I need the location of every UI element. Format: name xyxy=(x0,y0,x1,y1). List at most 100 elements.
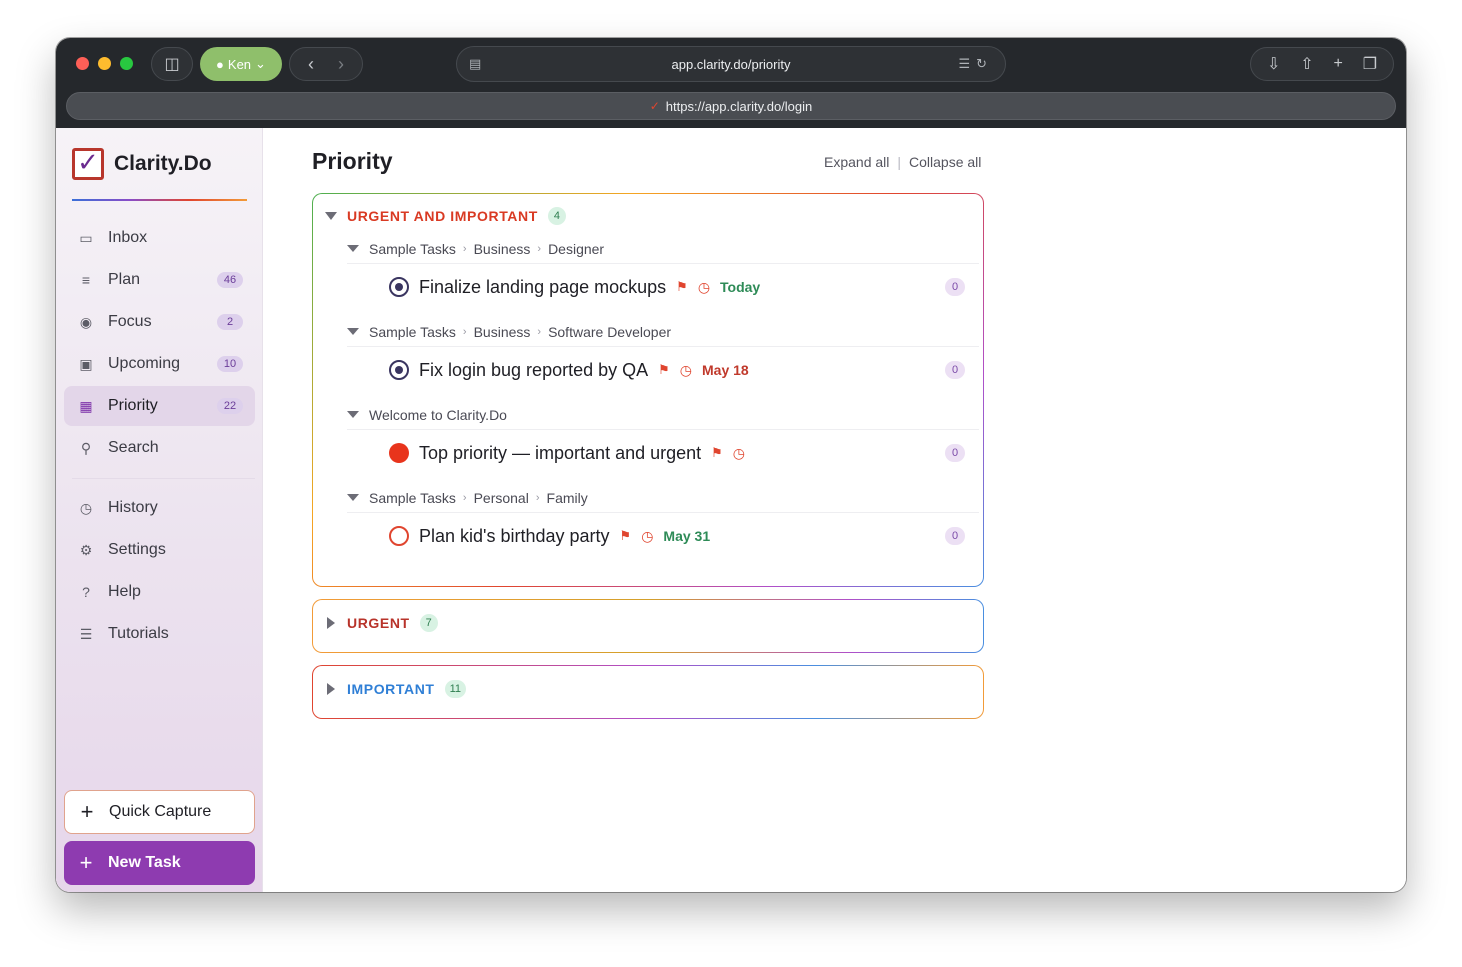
sidebar-toggle-button[interactable]: ◫ xyxy=(151,47,193,81)
tutorials-icon: ☰ xyxy=(79,625,93,642)
group-header[interactable]: URGENT 7 xyxy=(325,614,438,632)
brand[interactable]: ✓ Clarity.Do xyxy=(72,148,212,180)
task-title[interactable]: Finalize landing page mockups xyxy=(419,277,666,298)
task-checkbox[interactable] xyxy=(389,526,409,546)
task-row[interactable]: Top priority — important and urgent ⚑ ◷ 0 xyxy=(347,430,979,476)
caret-down-icon[interactable] xyxy=(347,245,359,252)
address-text: app.clarity.do/priority xyxy=(671,56,791,72)
expand-collapse-controls: Expand all | Collapse all xyxy=(824,154,981,170)
breadcrumb-segment[interactable]: Welcome to Clarity.Do xyxy=(369,407,507,423)
download-icon[interactable]: ⇩ xyxy=(1267,54,1280,74)
sidebar-item-history[interactable]: ◷ History xyxy=(64,488,255,528)
page-menu-icon[interactable]: ▤ xyxy=(469,56,481,72)
breadcrumb-segment[interactable]: Personal xyxy=(474,490,529,506)
checkbox-dot xyxy=(395,283,403,291)
logo-icon: ✓ xyxy=(72,148,104,180)
browser-titlebar: ◫ ● Ken ⌄ ‹ › ▤ app.clarity.do/priority … xyxy=(56,38,1406,128)
nav-divider xyxy=(72,478,255,479)
primary-nav: ▭ Inbox ≡ Plan 46 ◉ Focus 2 ▣ Upcoming 10 ▦ Priority… xyxy=(64,218,255,470)
calendar-icon: ▣ xyxy=(79,355,93,372)
caret-down-icon[interactable] xyxy=(325,212,337,220)
forward-icon[interactable]: › xyxy=(338,55,344,73)
breadcrumb-segment[interactable]: Business xyxy=(474,241,531,257)
page-title: Priority xyxy=(312,148,393,174)
breadcrumb-segment[interactable]: Sample Tasks xyxy=(369,241,456,257)
minimize-window-button[interactable] xyxy=(98,57,111,70)
new-task-button[interactable]: + New Task xyxy=(64,841,255,885)
task-checkbox[interactable] xyxy=(389,443,409,463)
breadcrumb-segment[interactable]: Business xyxy=(474,324,531,340)
sidebar-item-count: 10 xyxy=(217,356,243,372)
sidebar-item-inbox[interactable]: ▭ Inbox xyxy=(64,218,255,258)
sidebar-item-search[interactable]: ⚲ Search xyxy=(64,428,255,468)
breadcrumb-segment[interactable]: Sample Tasks xyxy=(369,324,456,340)
brand-name: Clarity.Do xyxy=(114,152,212,175)
sidebar-item-label: Settings xyxy=(108,541,166,558)
task-row[interactable]: Plan kid's birthday party ⚑ ◷ May 31 0 xyxy=(347,513,979,559)
flag-icon: ⚑ xyxy=(676,279,688,294)
due-date: May 31 xyxy=(663,528,711,544)
caret-down-icon[interactable] xyxy=(347,328,359,335)
caret-right-icon[interactable] xyxy=(327,683,335,695)
breadcrumb-segment[interactable]: Sample Tasks xyxy=(369,490,456,506)
project-section: Sample Tasks › Business › Designer Finalize l… xyxy=(347,240,979,310)
group-header[interactable]: URGENT AND IMPORTANT 4 xyxy=(325,207,566,225)
grid-icon: ▦ xyxy=(79,397,93,414)
project-section: Sample Tasks › Personal › Family Plan kid's b… xyxy=(347,489,979,559)
group-title: IMPORTANT xyxy=(347,681,435,697)
breadcrumb-segment[interactable]: Software Developer xyxy=(548,324,671,340)
back-icon[interactable]: ‹ xyxy=(308,55,314,73)
sidebar-item-tutorials[interactable]: ☰ Tutorials xyxy=(64,614,255,654)
address-bar[interactable]: ▤ app.clarity.do/priority ☰↻ xyxy=(456,46,1006,82)
task-row[interactable]: Fix login bug reported by QA ⚑ ◷ May 18 0 xyxy=(347,347,979,393)
breadcrumb-path: Sample Tasks › Business › Software Developer xyxy=(369,324,671,340)
tab-url-bar[interactable]: ✓ https://app.clarity.do/login xyxy=(66,92,1396,120)
caret-down-icon[interactable] xyxy=(347,411,359,418)
sidebar-item-upcoming[interactable]: ▣ Upcoming 10 xyxy=(64,344,255,384)
subtask-count-badge: 0 xyxy=(945,527,965,545)
close-window-button[interactable] xyxy=(76,57,89,70)
brand-divider xyxy=(72,199,247,201)
zoom-window-button[interactable] xyxy=(120,57,133,70)
history-nav: ‹ › xyxy=(289,47,363,81)
browser-actions: ⇩ ⇧ + ❐ xyxy=(1250,47,1394,81)
breadcrumb-path: Welcome to Clarity.Do xyxy=(369,407,507,423)
project-breadcrumb[interactable]: Sample Tasks › Personal › Family xyxy=(347,489,979,513)
project-breadcrumb[interactable]: Sample Tasks › Business › Software Developer xyxy=(347,323,979,347)
alarm-icon: ◷ xyxy=(679,361,692,378)
tabs-overview-icon[interactable]: ❐ xyxy=(1363,54,1377,74)
task-checkbox[interactable] xyxy=(389,277,409,297)
task-checkbox[interactable] xyxy=(389,360,409,380)
task-title[interactable]: Top priority — important and urgent xyxy=(419,443,701,464)
sidebar-item-plan[interactable]: ≡ Plan 46 xyxy=(64,260,255,300)
project-breadcrumb[interactable]: Sample Tasks › Business › Designer xyxy=(347,240,979,264)
task-title[interactable]: Plan kid's birthday party xyxy=(419,526,610,547)
breadcrumb-segment[interactable]: Family xyxy=(547,490,588,506)
browser-window: ◫ ● Ken ⌄ ‹ › ▤ app.clarity.do/priority … xyxy=(56,38,1406,892)
help-icon: ? xyxy=(82,584,90,600)
collapse-all-link[interactable]: Collapse all xyxy=(909,154,981,170)
task-row[interactable]: Finalize landing page mockups ⚑ ◷ Today 0 xyxy=(347,264,979,310)
app-content: ✓ Clarity.Do ▭ Inbox ≡ Plan 46 ◉ Focus 2 ▣ Upcomi… xyxy=(56,128,1406,892)
expand-all-link[interactable]: Expand all xyxy=(824,154,889,170)
sidebar-item-focus[interactable]: ◉ Focus 2 xyxy=(64,302,255,342)
share-icon[interactable]: ⇧ xyxy=(1300,54,1313,74)
new-tab-icon[interactable]: + xyxy=(1334,55,1343,73)
caret-right-icon[interactable] xyxy=(327,617,335,629)
quick-capture-button[interactable]: + Quick Capture xyxy=(64,790,255,834)
breadcrumb-segment[interactable]: Designer xyxy=(548,241,604,257)
project-breadcrumb[interactable]: Welcome to Clarity.Do xyxy=(347,406,979,430)
profile-button[interactable]: ● Ken ⌄ xyxy=(200,47,282,81)
person-icon: ● xyxy=(216,56,224,72)
sidebar-item-help[interactable]: ? Help xyxy=(64,572,255,612)
sidebar-item-settings[interactable]: ⚙ Settings xyxy=(64,530,255,570)
sidebar-item-label: Search xyxy=(108,439,159,456)
flag-icon: ⚑ xyxy=(711,445,723,460)
flag-icon: ⚑ xyxy=(619,528,632,543)
project-section: Welcome to Clarity.Do Top priority — impo… xyxy=(347,406,979,476)
caret-down-icon[interactable] xyxy=(347,494,359,501)
task-title[interactable]: Fix login bug reported by QA xyxy=(419,360,648,381)
translate-reload-icons[interactable]: ☰↻ xyxy=(958,56,993,72)
group-header[interactable]: IMPORTANT 11 xyxy=(325,680,466,698)
sidebar-item-priority[interactable]: ▦ Priority 22 xyxy=(64,386,255,426)
